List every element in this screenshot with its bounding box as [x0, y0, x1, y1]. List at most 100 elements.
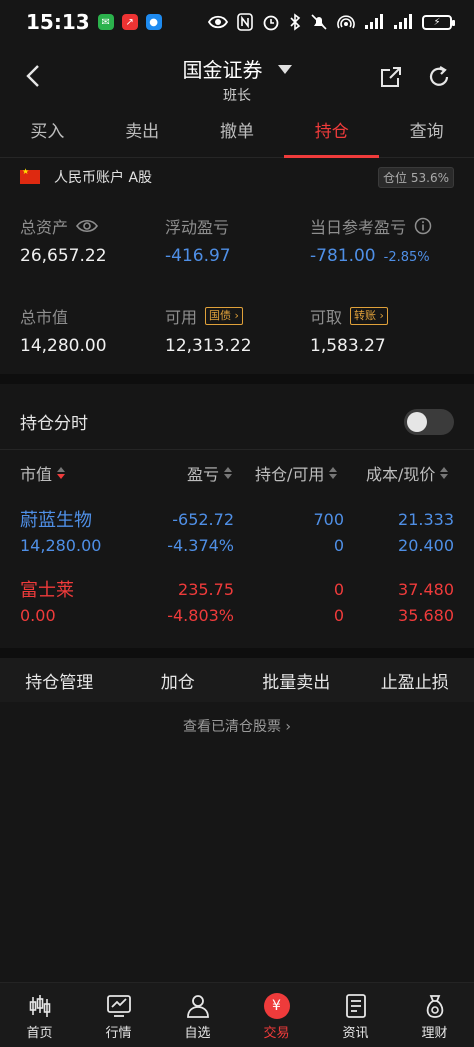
daily-pl-value: -781.00 — [310, 246, 376, 266]
hotspot-icon — [337, 15, 355, 29]
stock-pl-pct: -4.374% — [167, 536, 234, 555]
available-label: 可用 — [165, 308, 198, 327]
header-cost[interactable]: 成本/现价 — [366, 461, 449, 485]
sort-icon — [329, 467, 338, 479]
total-assets: 总资产 26,657.22 — [20, 214, 107, 266]
take-profit-stop-loss-button[interactable]: 止盈止损 — [356, 668, 474, 693]
available-value: 12,313.22 — [165, 336, 252, 356]
withdrawable-label: 可取 — [310, 308, 343, 327]
stock-holding: 700 — [313, 510, 344, 529]
nav-trade-label: 交易 — [263, 1026, 290, 1041]
stock-market-value: 14,280.00 — [20, 536, 102, 555]
nfc-icon — [237, 13, 253, 31]
tab-cancel[interactable]: 撤单 — [190, 110, 285, 157]
position-label: 仓位 — [383, 170, 408, 185]
timeshare-toggle[interactable] — [404, 408, 454, 435]
nav-watchlist[interactable]: 自选 — [158, 983, 237, 1047]
stock-cost: 21.333 — [398, 510, 454, 529]
position-ratio-badge: 仓位 53.6% — [378, 166, 454, 188]
stock-price: 35.680 — [398, 606, 454, 625]
china-flag-icon — [20, 167, 40, 184]
header-cost-label: 成本/现价 — [366, 465, 436, 484]
transfer-tag[interactable]: 转账 › — [350, 307, 388, 325]
candlestick-icon — [29, 995, 50, 1017]
total-assets-label: 总资产 — [20, 218, 69, 237]
signal-icon-1 — [365, 14, 383, 29]
tab-query[interactable]: 查询 — [379, 110, 474, 157]
header-pl[interactable]: 盈亏 — [187, 461, 233, 485]
chat-app-icon: ● — [145, 14, 162, 30]
wechat-icon: ✉ — [97, 14, 114, 30]
header-holding[interactable]: 持仓/可用 — [255, 461, 338, 485]
manage-holdings-button[interactable]: 持仓管理 — [0, 668, 119, 693]
sort-desc-icon — [57, 467, 66, 479]
stock-name: 富士莱 — [20, 580, 74, 601]
cleared-stocks-label: 查看已清仓股票 — [182, 719, 281, 735]
nav-home-label: 首页 — [26, 1026, 53, 1041]
floating-pl-label: 浮动盈亏 — [165, 218, 230, 237]
info-icon[interactable] — [414, 217, 432, 235]
stock-market-value: 0.00 — [20, 606, 56, 625]
caret-down-icon — [277, 65, 292, 74]
status-bar: 15:13 ✉ ↗ ● ⚡ — [0, 0, 474, 44]
treasury-bond-tag-text: 国债 — [209, 309, 232, 322]
daily-pl-pct: -2.85% — [383, 250, 430, 265]
nav-watchlist-label: 自选 — [184, 1026, 211, 1041]
timeshare-label: 持仓分时 — [20, 414, 88, 434]
bluetooth-icon — [290, 13, 301, 31]
nav-news-label: 资讯 — [342, 1026, 369, 1041]
table-row[interactable]: 富士莱 0.00 235.75 -4.803% 0 0 37.480 35.68… — [0, 570, 474, 640]
tab-buy[interactable]: 买入 — [0, 110, 95, 157]
signal-icon-2 — [394, 14, 412, 29]
share-button[interactable] — [378, 64, 404, 90]
nav-news[interactable]: 资讯 — [316, 983, 395, 1047]
floating-pl-value: -416.97 — [165, 246, 231, 266]
mute-icon — [311, 14, 327, 30]
stock-pl: -652.72 — [172, 510, 234, 529]
header-market-value-label: 市值 — [20, 465, 53, 484]
stock-pl: 235.75 — [178, 580, 234, 599]
nav-trade[interactable]: ¥ 交易 — [237, 983, 316, 1047]
market-value: 总市值 14,280.00 — [20, 304, 107, 356]
document-icon — [345, 994, 366, 1018]
account-name: 人民币账户 A股 — [54, 170, 153, 186]
daily-pl: 当日参考盈亏 -781.00 -2.85% — [310, 214, 432, 266]
withdrawable-funds: 可取 转账 › 1,583.27 — [310, 304, 388, 356]
table-row[interactable]: 蔚蓝生物 14,280.00 -652.72 -4.374% 700 0 21.… — [0, 500, 474, 570]
eye-toggle-icon[interactable] — [76, 218, 98, 234]
market-value-value: 14,280.00 — [20, 336, 107, 356]
stock-pl-pct: -4.803% — [167, 606, 234, 625]
tab-holdings[interactable]: 持仓 — [284, 110, 379, 158]
status-icons: ⚡ — [208, 13, 455, 31]
page-title: 国金证券 — [182, 58, 263, 82]
header-pl-label: 盈亏 — [187, 465, 220, 484]
battery-icon: ⚡ — [422, 14, 455, 30]
stock-available: 0 — [333, 536, 344, 555]
bottom-navigation: 首页 行情 自选 ¥ 交易 资讯 理财 — [0, 982, 474, 1047]
treasury-bond-tag[interactable]: 国债 › — [205, 307, 243, 325]
header: 国金证券 班长 — [0, 44, 474, 110]
floating-pl: 浮动盈亏 -416.97 — [165, 214, 231, 266]
alarm-icon — [263, 15, 279, 31]
stock-holding: 0 — [333, 580, 344, 599]
withdrawable-value: 1,583.27 — [310, 336, 386, 356]
tab-sell[interactable]: 卖出 — [95, 110, 190, 157]
header-market-value[interactable]: 市值 — [20, 461, 66, 485]
nav-home[interactable]: 首页 — [0, 983, 79, 1047]
add-position-button[interactable]: 加仓 — [119, 668, 238, 693]
daily-pl-label: 当日参考盈亏 — [310, 218, 407, 237]
account-row[interactable]: 人民币账户 A股 仓位 53.6% — [0, 160, 474, 194]
cleared-stocks-link[interactable]: 查看已清仓股票 › — [0, 716, 474, 736]
header-holding-label: 持仓/可用 — [255, 465, 325, 484]
stock-app-icon: ↗ — [121, 14, 138, 30]
stock-price: 20.400 — [398, 536, 454, 555]
stock-cost: 37.480 — [398, 580, 454, 599]
yuan-icon: ¥ — [263, 993, 290, 1019]
nav-wealth[interactable]: 理财 — [395, 983, 474, 1047]
refresh-button[interactable] — [426, 64, 452, 90]
nav-market[interactable]: 行情 — [79, 983, 158, 1047]
holdings-table-header: 市值 盈亏 持仓/可用 成本/现价 — [0, 452, 474, 494]
nav-market-label: 行情 — [105, 1026, 132, 1041]
available-funds: 可用 国债 › 12,313.22 — [165, 304, 252, 356]
batch-sell-button[interactable]: 批量卖出 — [237, 668, 356, 693]
